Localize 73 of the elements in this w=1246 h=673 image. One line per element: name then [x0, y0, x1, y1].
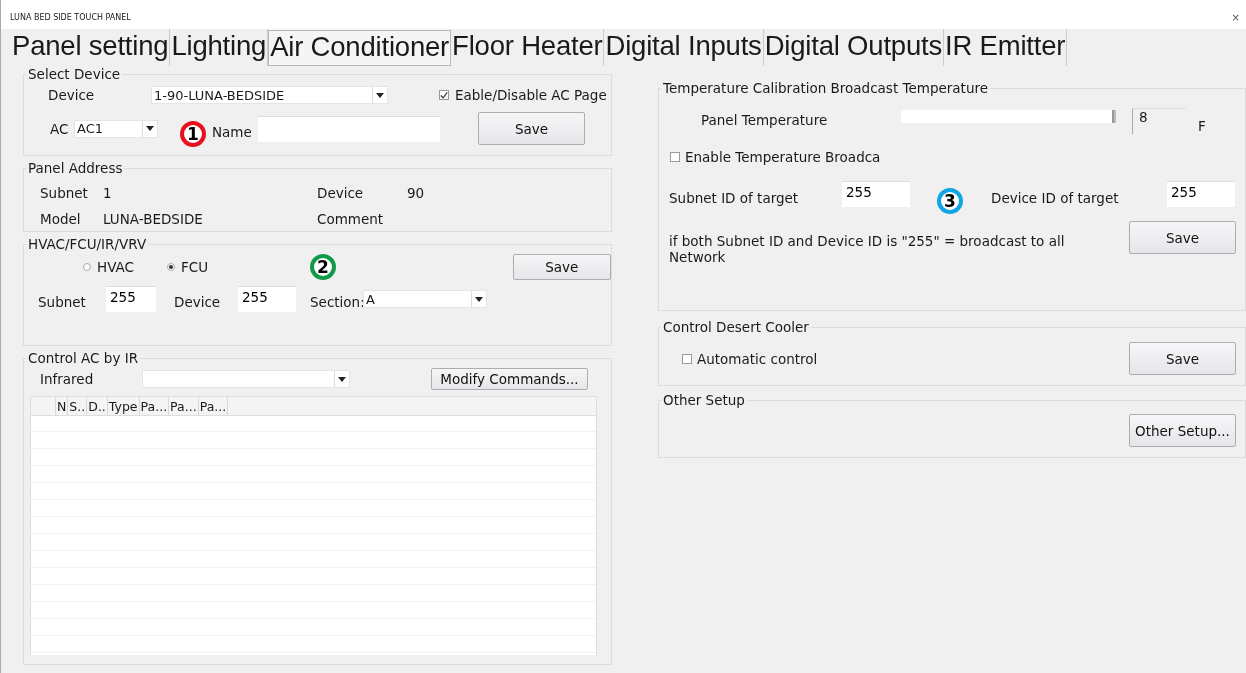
broadcast-checkbox[interactable] [670, 152, 680, 162]
number-badge: 1 [180, 121, 206, 147]
caret-icon [146, 126, 154, 131]
device-label: Device [173, 293, 222, 310]
device-label: Device [47, 87, 96, 103]
subnet-label: Subnet [40, 185, 89, 201]
subnet-id-label: Subnet ID of target [668, 189, 800, 206]
device-id-label: Device ID of target [991, 189, 1120, 206]
caret-icon [338, 376, 346, 382]
subnet-id-field[interactable]: 255 [842, 181, 910, 207]
save-button[interactable]: Save [512, 254, 611, 280]
caret-icon [376, 92, 384, 98]
column-header[interactable]: Pa... [198, 397, 229, 415]
column-header[interactable]: S.. [68, 397, 88, 415]
save-button[interactable]: Save [1129, 221, 1236, 254]
tab[interactable]: Floor Heater [451, 29, 605, 66]
device-dropdown[interactable]: 1-90-LUNA-BEDSIDE [151, 86, 388, 104]
broadcast-label: Enable Temperature Broadca [685, 149, 881, 165]
subnet-field[interactable]: 255 [106, 286, 156, 312]
ac-dropdown[interactable]: AC1 [74, 119, 158, 138]
close-button[interactable]: × [1231, 12, 1240, 23]
tab[interactable]: Panel setting [11, 29, 171, 66]
tab[interactable]: IR Emitter [944, 29, 1068, 66]
tab[interactable]: Digital Inputs [604, 29, 764, 66]
modify-commands-button[interactable]: Modify Commands... [431, 368, 588, 390]
column-header[interactable]: D.. [87, 397, 108, 415]
model-label: Model [40, 211, 82, 227]
device-field[interactable]: 255 [238, 286, 296, 312]
window-title: LUNA BED SIDE TOUCH PANEL [10, 13, 131, 22]
number-badge: 2 [310, 254, 336, 280]
group-title: Control AC by IR [27, 350, 140, 366]
group-title: HVAC/FCU/IR/VRV [27, 236, 148, 252]
save-button[interactable]: Save [1129, 342, 1236, 375]
section-label: Section: [309, 293, 363, 310]
column-header[interactable]: Type [107, 397, 140, 415]
temperature-value: 8 [1132, 108, 1186, 134]
enable-label: Eable/Disable AC Page [455, 87, 607, 103]
panel-temperature-label: Panel Temperature [700, 111, 829, 128]
device-id-field[interactable]: 255 [1167, 181, 1235, 207]
automatic-control-label: Automatic control [697, 350, 819, 367]
tab[interactable]: Digital Outputs [763, 29, 945, 66]
column-header[interactable]: Pa... [169, 397, 199, 415]
group-title: Other Setup [662, 392, 746, 408]
radio-label: FCU [180, 259, 209, 275]
name-label: Name [212, 122, 253, 140]
save-button[interactable]: Save [478, 112, 585, 145]
ac-label: AC [49, 120, 70, 137]
column-header[interactable]: Pa... [139, 397, 170, 415]
column-header[interactable]: N [56, 397, 69, 415]
subnet-value: 1 [103, 185, 113, 201]
group-title: Temperature Calibration Broadcast Temperature [662, 80, 989, 96]
group-title: Select Device [27, 66, 122, 82]
name-field[interactable] [258, 115, 440, 142]
automatic-control-checkbox[interactable] [682, 353, 692, 364]
radio-label: HVAC [97, 259, 134, 275]
group-title: Control Desert Cooler [662, 319, 810, 335]
number-badge: 3 [937, 188, 963, 214]
subnet-label: Subnet [37, 293, 87, 310]
radio-button[interactable] [83, 263, 91, 271]
radio-button[interactable] [166, 263, 175, 271]
device-value: 90 [407, 185, 426, 201]
comment-label: Comment [317, 211, 385, 227]
broadcast-note: if both Subnet ID and Device ID is "255" = broadcast to all Network [668, 233, 1066, 265]
device-label: Device [317, 185, 365, 201]
enable-checkbox[interactable] [439, 90, 449, 100]
caret-icon [475, 296, 483, 302]
section-dropdown[interactable]: A [363, 290, 487, 308]
infrared-label: Infrared [39, 371, 95, 387]
other-setup-button[interactable]: Other Setup... [1129, 414, 1236, 447]
model-value: LUNA-BEDSIDE [103, 211, 204, 227]
tab[interactable]: Air Conditioner [268, 30, 452, 66]
group-title: Panel Address [27, 160, 124, 176]
unit-label: F [1198, 118, 1206, 134]
